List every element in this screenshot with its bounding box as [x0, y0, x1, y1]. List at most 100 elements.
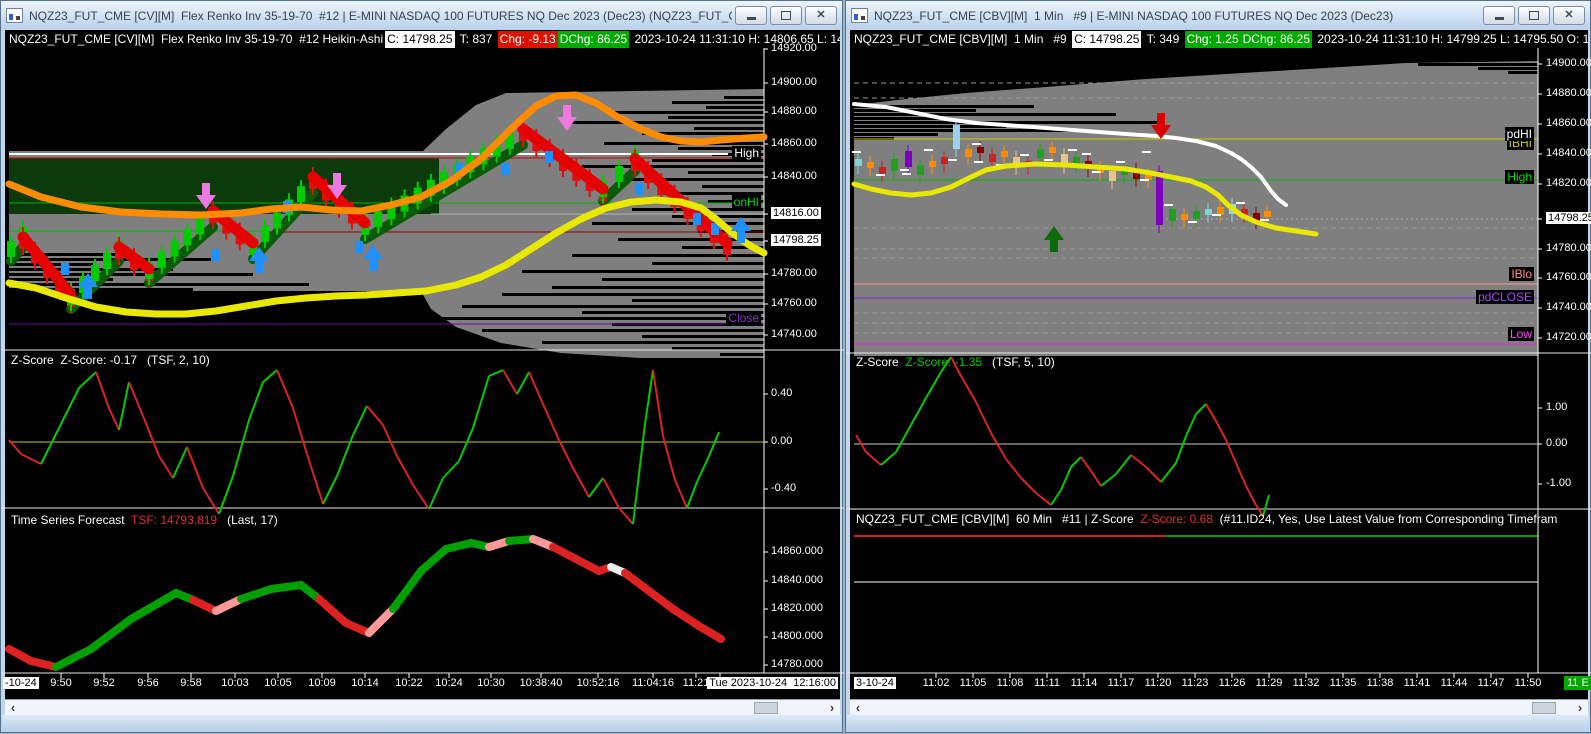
- time-axis-label: 11:47: [1477, 677, 1505, 689]
- price-axis-label: 0.40: [771, 387, 793, 399]
- time-axis-label: 11:23: [1181, 677, 1209, 689]
- time-axis-label: 10:09: [308, 677, 336, 689]
- close-button[interactable]: ✕: [1553, 6, 1585, 25]
- time-axis-label: 10:05: [264, 677, 292, 689]
- header-segment: NQZ23_FUT_CME [CV][M] Flex Renko Inv 35-…: [7, 31, 386, 48]
- window-title: NQZ23_FUT_CME [CBV][M] 1 Min #9 | E-MINI…: [874, 8, 1394, 23]
- price-axis-label: 14820.00: [1546, 177, 1591, 189]
- price-axis-label: 14800.000: [771, 630, 823, 642]
- close-icon: ✕: [1564, 9, 1574, 21]
- price-axis-label: 14798.25: [1546, 212, 1591, 224]
- price-axis-label: 14840.000: [771, 574, 823, 586]
- close-icon: ✕: [816, 9, 826, 21]
- time-axis-label: 11:26: [1218, 677, 1246, 689]
- price-overlay-label: onHI: [731, 195, 761, 209]
- header-segment: DChg: 86.25: [1240, 31, 1313, 48]
- header-segment: Chg: -9.13: [497, 31, 558, 48]
- time-axis-label: 10:24: [435, 677, 463, 689]
- restore-icon: [1529, 11, 1539, 20]
- chart-header: NQZ23_FUT_CME [CV][M] Flex Renko Inv 35-…: [7, 31, 840, 48]
- price-axis-label: 14816.00: [771, 207, 821, 219]
- panel-title-part: Z-Score: -0.17: [60, 353, 138, 367]
- time-axis-label: 9:52: [93, 677, 115, 689]
- time-axis-label: 11:44: [1440, 677, 1468, 689]
- price-axis-label: 14860.00: [771, 137, 817, 149]
- header-segment: C: 14798.25: [385, 31, 455, 48]
- scroll-left-arrow-icon[interactable]: ‹: [850, 700, 866, 716]
- chart-window-left: NQZ23_FUT_CME [CV][M] Flex Renko Inv 35-…: [0, 0, 844, 733]
- minimize-button[interactable]: [1483, 6, 1515, 25]
- price-axis-label: 0.00: [1546, 437, 1568, 449]
- titlebar-left[interactable]: NQZ23_FUT_CME [CV][M] Flex Renko Inv 35-…: [1, 1, 842, 30]
- time-axis-label: 11:04:16: [631, 677, 675, 689]
- chart-header: NQZ23_FUT_CME [CBV][M] 1 Min #9 C: 14798…: [852, 31, 1588, 48]
- time-axis-label: 11:05: [959, 677, 987, 689]
- restore-button[interactable]: [770, 6, 802, 25]
- price-overlay-label: High: [1505, 170, 1534, 184]
- price-axis-label: 14720.00: [1546, 331, 1591, 343]
- restore-icon: [781, 11, 791, 20]
- time-axis-label: 11:02: [922, 677, 950, 689]
- scroll-right-arrow-icon[interactable]: ›: [1572, 700, 1588, 716]
- panel-title-part: (TSF, 2, 10): [137, 353, 210, 367]
- price-axis-label: 14780.00: [1546, 242, 1591, 254]
- close-button[interactable]: ✕: [805, 6, 837, 25]
- header-segment: T: 349: [1141, 31, 1185, 48]
- price-axis-label: 14760.00: [771, 297, 817, 309]
- panel-title-part: (#11.ID24, Yes, Use Latest Value from Co…: [1213, 512, 1558, 526]
- time-axis-label: 11:11: [1034, 677, 1060, 689]
- window-bottom-frame: [847, 715, 1589, 731]
- price-axis-label: 1.00: [1546, 401, 1568, 413]
- panel-title-part: (TSF, 5, 10): [982, 355, 1055, 369]
- header-segment: 2023-10-24 11:31:10 H: 14799.25 L: 14795…: [1312, 31, 1588, 48]
- price-axis-label: 14740.00: [771, 328, 817, 340]
- scroll-left-arrow-icon[interactable]: ‹: [5, 700, 21, 716]
- time-axis-label: 11:21: [682, 677, 710, 689]
- panel-title-part: Z-Score: [856, 355, 906, 369]
- price-axis-label: 14900.00: [1546, 57, 1591, 69]
- price-overlay-label: Close: [726, 311, 761, 325]
- price-overlay-label: pdHI: [1504, 127, 1534, 141]
- scrollbar-thumb[interactable]: [754, 702, 778, 714]
- time-axis-label: 11:41: [1403, 677, 1431, 689]
- panel-title-part: Z-Score: -1.35: [905, 355, 983, 369]
- time-axis-label: 10:38:40: [519, 677, 563, 689]
- panel-title-part: Time Series Forecast: [11, 513, 132, 527]
- price-axis-label: -1.00: [1546, 477, 1572, 489]
- scrollbar-thumb[interactable]: [1532, 702, 1556, 714]
- panel-title-part: (Last, 17): [217, 513, 278, 527]
- minimize-button[interactable]: [735, 6, 767, 25]
- price-axis-label: 14780.00: [771, 267, 817, 279]
- price-axis-label: 14760.00: [1546, 271, 1591, 283]
- header-segment: NQZ23_FUT_CME [CBV][M] 1 Min #9: [852, 31, 1073, 48]
- time-axis-label: 3-10-24: [854, 677, 896, 689]
- panel-title-part: TSF: 14793.819: [131, 513, 218, 527]
- price-axis-label: 14880.00: [771, 105, 817, 117]
- time-axis-label: 11:32: [1292, 677, 1320, 689]
- price-overlay-label: Low: [1507, 327, 1534, 341]
- time-axis-label: 10:03: [221, 677, 249, 689]
- time-axis-label: 9:56: [137, 677, 159, 689]
- restore-button[interactable]: [1518, 6, 1550, 25]
- time-axis-label: 11:08: [996, 677, 1024, 689]
- minimize-icon: [1494, 17, 1504, 20]
- time-axis-label: 11:20: [1144, 677, 1172, 689]
- time-axis-label: 10:52:16: [576, 677, 620, 689]
- time-axis-label: 11:38: [1366, 677, 1394, 689]
- header-segment: C: 14798.25: [1072, 31, 1142, 48]
- time-axis-label: 11:50: [1514, 677, 1542, 689]
- panel-title: Time Series Forecast TSF: 14793.819 (Las…: [11, 513, 278, 527]
- price-axis-label: 14860.000: [771, 545, 823, 557]
- price-overlay-label: High: [732, 146, 761, 160]
- price-axis-label: 14740.00: [1546, 301, 1591, 313]
- time-axis-label: 10:30: [477, 677, 505, 689]
- time-axis-label: 9:50: [50, 677, 72, 689]
- scroll-right-arrow-icon[interactable]: ›: [824, 700, 840, 716]
- time-axis-label: -10-24: [3, 677, 39, 689]
- titlebar-right[interactable]: NQZ23_FUT_CME [CBV][M] 1 Min #9 | E-MINI…: [846, 1, 1590, 30]
- window-title: NQZ23_FUT_CME [CV][M] Flex Renko Inv 35-…: [29, 8, 732, 23]
- panel-title-part: Z-Score: [11, 353, 61, 367]
- price-axis-label: 14860.00: [1546, 117, 1591, 129]
- price-overlay-label: pdCLOSE: [1475, 290, 1534, 304]
- panel-title-part: Z-Score: 0.68: [1140, 512, 1214, 526]
